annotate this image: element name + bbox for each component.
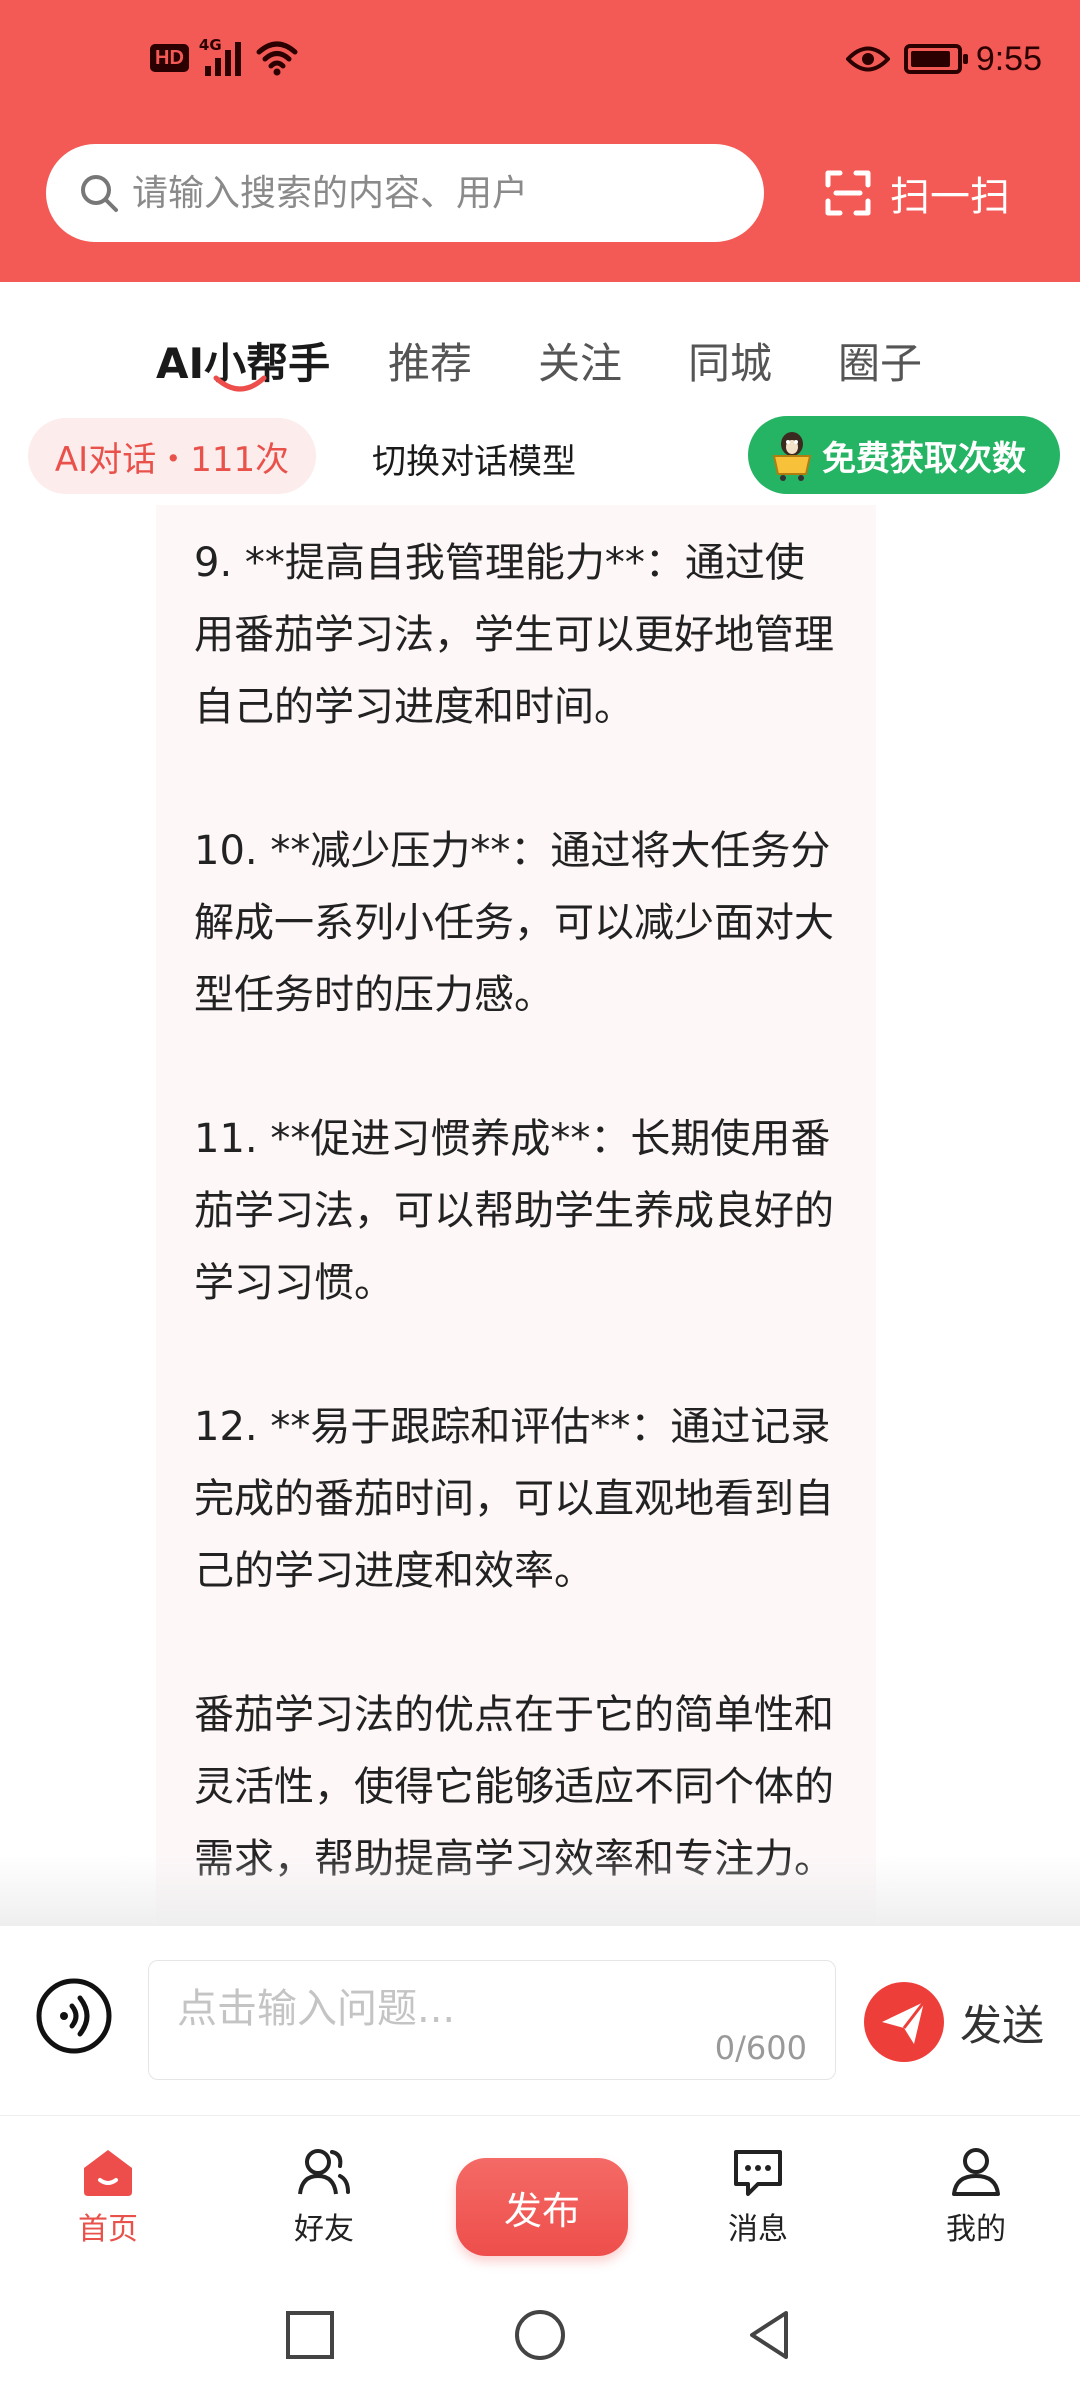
free-credits-button[interactable]: 免费获取次数: [748, 416, 1060, 494]
nav-home[interactable]: 首页: [48, 2146, 168, 2248]
battery-level: [910, 51, 950, 67]
free-credits-label: 免费获取次数: [822, 438, 1026, 479]
message-icon: [734, 2150, 782, 2196]
ai-dialog-count-badge: AI对话・111次: [28, 418, 316, 494]
chat-area[interactable]: 9. **提高自我管理能力**：通过使用番茄学习法，学生可以更好地管理自己的学习…: [0, 505, 1080, 1925]
status-right: 9:55: [845, 34, 1042, 84]
nav-friends-label: 好友: [294, 2212, 354, 2247]
question-input-bar: 0/600 发送: [0, 1925, 1080, 2116]
scroll-fade: [0, 1855, 1080, 1925]
nav-messages-label: 消息: [728, 2212, 788, 2247]
scan-icon: [825, 170, 871, 216]
message-paragraph: 10. **减少压力**：通过将大任务分解成一系列小任务，可以减少面对大型任务时…: [194, 828, 834, 1018]
scan-button[interactable]: 扫一扫: [824, 160, 1010, 226]
message-paragraph: 11. **促进习惯养成**：长期使用番茄学习法，可以帮助学生养成良好的学习习惯…: [194, 1116, 834, 1306]
dog-cart-icon: [772, 432, 812, 481]
status-left: HD 4G: [150, 36, 299, 80]
nav-mine[interactable]: 我的: [916, 2146, 1036, 2248]
switch-model-link[interactable]: 切换对话模型: [372, 434, 576, 483]
bottom-navigation: 首页 好友 发布 消息 我的: [0, 2115, 1080, 2276]
status-bar: HD 4G 9:55: [0, 0, 1080, 120]
clock: 9:55: [975, 39, 1042, 78]
nav-home-label: 首页: [78, 2212, 138, 2247]
profile-icon: [952, 2148, 1000, 2196]
tab-follow[interactable]: 关注: [538, 330, 622, 391]
question-field[interactable]: 0/600: [148, 1960, 836, 2080]
search-icon: [81, 175, 118, 212]
char-counter: 0/600: [714, 2029, 807, 2067]
home-icon: [84, 2150, 132, 2196]
active-tab-indicator: [213, 375, 267, 392]
message-paragraph: 9. **提高自我管理能力**：通过使用番茄学习法，学生可以更好地管理自己的学习…: [194, 540, 834, 730]
app-header: HD 4G 9:55 请输入搜索的内容、用户 扫一扫: [0, 0, 1080, 282]
tab-circles[interactable]: 圈子: [838, 330, 922, 391]
wifi-icon: [256, 41, 298, 76]
nav-friends[interactable]: 好友: [264, 2146, 384, 2248]
search-bar[interactable]: [46, 144, 764, 242]
cellular-signal-icon: 4G: [198, 36, 245, 78]
message-paragraph: 12. **易于跟踪和评估**：通过记录完成的番茄时间，可以直观地看到自己的学习…: [194, 1404, 834, 1594]
hd-badge: HD: [150, 44, 189, 72]
search-input[interactable]: [130, 171, 734, 215]
nav-mine-label: 我的: [946, 2212, 1006, 2247]
eye-comfort-icon: [845, 46, 890, 72]
network-type-label: 4G: [198, 36, 222, 54]
question-input[interactable]: [175, 1985, 779, 2033]
tab-local[interactable]: 同城: [688, 330, 772, 391]
recent-apps-icon[interactable]: [282, 2307, 338, 2363]
back-icon[interactable]: [742, 2307, 798, 2363]
tab-recommend[interactable]: 推荐: [388, 330, 472, 391]
ai-message-bubble: 9. **提高自我管理能力**：通过使用番茄学习法，学生可以更好地管理自己的学习…: [156, 505, 876, 1925]
voice-input-icon[interactable]: [34, 1976, 114, 2056]
feed-tabs: AI小帮手 推荐 关注 同城 圈子: [0, 282, 1080, 412]
nav-messages[interactable]: 消息: [698, 2146, 818, 2248]
battery-icon: [903, 44, 968, 74]
publish-button[interactable]: 发布: [456, 2158, 628, 2256]
home-circle-icon[interactable]: [512, 2307, 568, 2363]
system-navigation-bar: [0, 2275, 1080, 2400]
paper-plane-icon: [864, 1982, 944, 2062]
friends-icon: [298, 2149, 350, 2195]
send-button[interactable]: 发送: [864, 1982, 1044, 2062]
send-label: 发送: [960, 2000, 1045, 2050]
scan-label: 扫一扫: [890, 174, 1010, 220]
